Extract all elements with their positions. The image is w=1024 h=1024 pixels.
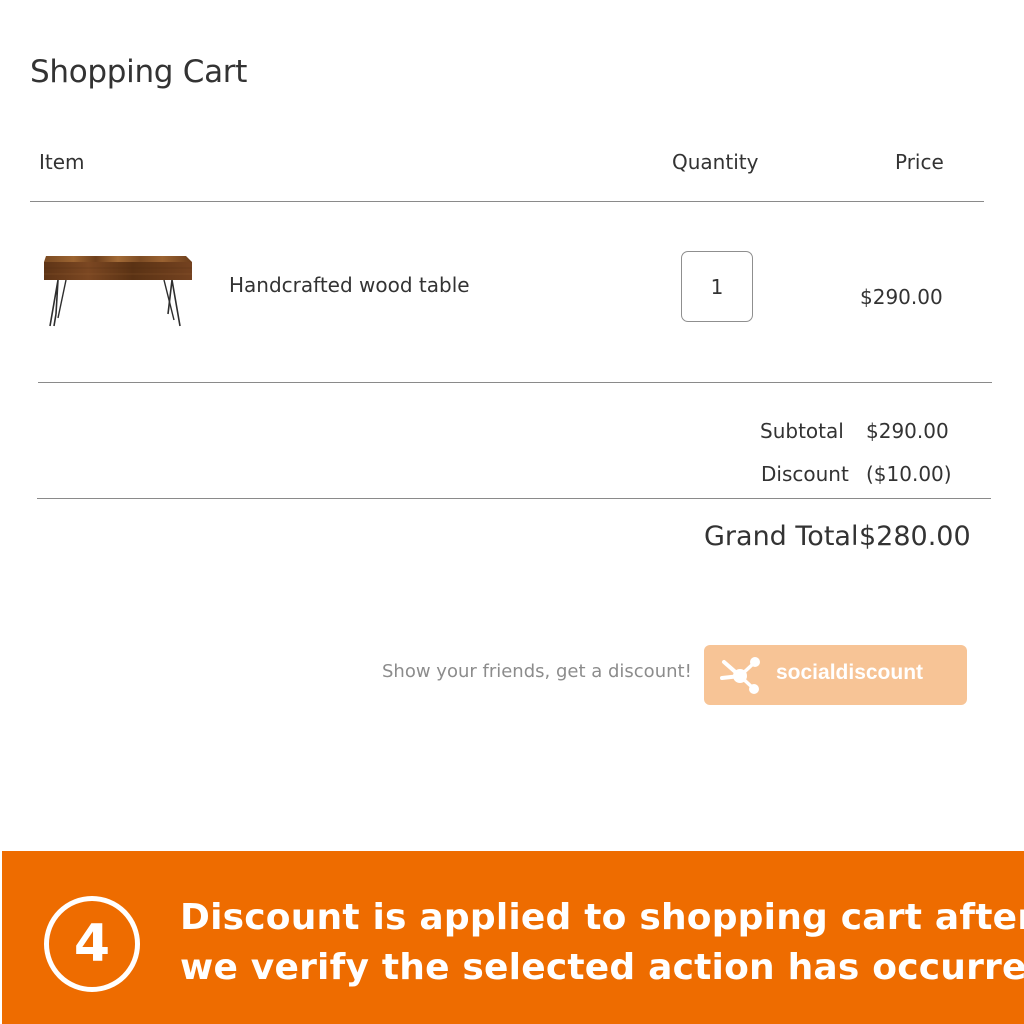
step-banner: 4 Discount is applied to shopping cart a…: [2, 851, 1024, 1024]
promo-text: Show your friends, get a discount!: [382, 661, 692, 682]
banner-text-line-2: we verify the selected action has occurr…: [180, 947, 1024, 988]
discount-label: Discount: [761, 462, 849, 486]
discount-value: ($10.00): [866, 462, 952, 486]
quantity-input[interactable]: 1: [681, 251, 753, 322]
column-header-item: Item: [39, 150, 85, 174]
shopping-cart-page: Shopping Cart Item Quantity Price Handcr…: [0, 0, 1024, 1024]
item-price: $290.00: [860, 285, 943, 309]
socialdiscount-button[interactable]: socialdiscount: [704, 645, 967, 705]
grand-total-label: Grand Total: [704, 521, 859, 552]
column-header-quantity: Quantity: [672, 150, 759, 174]
totals-divider: [37, 498, 991, 499]
wood-table-image: [44, 256, 192, 327]
subtotal-value: $290.00: [866, 419, 949, 443]
banner-text-line-1: Discount is applied to shopping cart aft…: [180, 897, 1024, 938]
header-divider: [30, 201, 984, 202]
page-title: Shopping Cart: [30, 54, 248, 90]
product-name[interactable]: Handcrafted wood table: [229, 273, 470, 297]
item-divider: [38, 382, 992, 383]
subtotal-label: Subtotal: [760, 419, 844, 443]
grand-total-value: $280.00: [859, 521, 971, 552]
socialdiscount-label: socialdiscount: [776, 661, 924, 684]
step-number: 4: [44, 896, 140, 992]
column-header-price: Price: [895, 150, 944, 174]
share-icon: [720, 657, 760, 694]
